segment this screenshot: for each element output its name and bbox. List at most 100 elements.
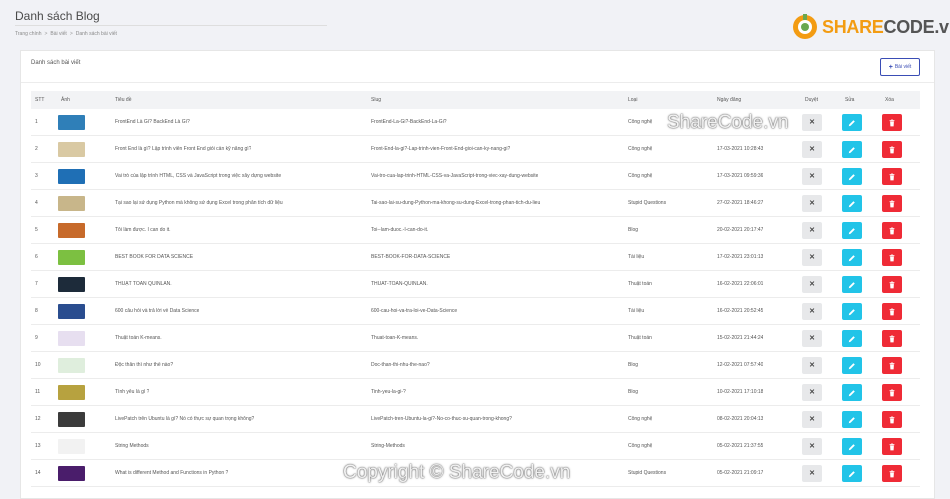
pencil-icon (848, 173, 855, 180)
approve-button[interactable]: ✕ (802, 276, 822, 293)
trash-icon (889, 469, 895, 477)
trash-icon (889, 307, 895, 315)
cell-stt: 3 (35, 173, 38, 179)
approve-button[interactable]: ✕ (802, 357, 822, 374)
pencil-icon (848, 389, 855, 396)
edit-button[interactable] (842, 303, 862, 320)
post-thumbnail (58, 115, 85, 130)
cell-date: 17-03-2021 10:28:43 (717, 146, 764, 152)
edit-button[interactable] (842, 276, 862, 293)
cell-title: String Methods (115, 443, 149, 449)
cell-stt: 9 (35, 335, 38, 341)
pencil-icon (848, 281, 855, 288)
cell-type: Blog (628, 362, 639, 368)
breadcrumb-posts[interactable]: Bài viết (50, 31, 66, 37)
delete-button[interactable] (882, 195, 902, 212)
approve-button[interactable]: ✕ (802, 438, 822, 455)
cell-date: 16-02-2021 20:52:45 (717, 308, 764, 314)
cell-date: 17-03-2021 09:59:36 (717, 173, 764, 179)
edit-button[interactable] (842, 411, 862, 428)
edit-button[interactable] (842, 114, 862, 131)
cell-slug: Tinh-yeu-la-gi-? (371, 389, 406, 395)
cell-title: Front End là gì? Lập trình viên Front En… (115, 146, 252, 152)
watermark-bottom: Copyright © ShareCode.vn (343, 462, 571, 483)
x-icon: ✕ (809, 200, 815, 207)
post-thumbnail (58, 250, 85, 265)
table-row: 9 Thuật toán K-means. Thuat-toan-K-means. T… (31, 325, 920, 352)
header-divider (15, 25, 327, 26)
approve-button[interactable]: ✕ (802, 114, 822, 131)
delete-button[interactable] (882, 141, 902, 158)
breadcrumb: Trang chính > Bài viết > Danh sách bài v… (15, 31, 117, 37)
edit-button[interactable] (842, 330, 862, 347)
approve-button[interactable]: ✕ (802, 249, 822, 266)
header-stt: STT (35, 97, 45, 103)
cell-stt: 5 (35, 227, 38, 233)
delete-button[interactable] (882, 357, 902, 374)
edit-button[interactable] (842, 222, 862, 239)
approve-button[interactable]: ✕ (802, 330, 822, 347)
table-row: 2 Front End là gì? Lập trình viên Front E… (31, 136, 920, 163)
approve-button[interactable]: ✕ (802, 411, 822, 428)
cell-type: Blog (628, 389, 639, 395)
cell-slug: Toi--lam-duoc.-I-can-do-it. (371, 227, 429, 233)
pencil-icon (848, 254, 855, 261)
pencil-icon (848, 362, 855, 369)
edit-button[interactable] (842, 168, 862, 185)
logo-text: SHARECODE.vn (822, 16, 950, 37)
cell-stt: 13 (35, 443, 41, 449)
approve-button[interactable]: ✕ (802, 465, 822, 482)
delete-button[interactable] (882, 303, 902, 320)
breadcrumb-home[interactable]: Trang chính (15, 31, 42, 37)
post-thumbnail (58, 142, 85, 157)
header-slug: Slug (371, 97, 382, 103)
add-post-button[interactable]: + Bài viết (880, 58, 920, 76)
cell-stt: 11 (35, 389, 41, 395)
approve-button[interactable]: ✕ (802, 222, 822, 239)
cell-date: 10-02-2021 17:10:18 (717, 389, 764, 395)
approve-button[interactable]: ✕ (802, 141, 822, 158)
x-icon: ✕ (809, 146, 815, 153)
approve-button[interactable]: ✕ (802, 195, 822, 212)
approve-button[interactable]: ✕ (802, 384, 822, 401)
cell-stt: 2 (35, 146, 38, 152)
header-date: Ngày đăng (717, 97, 742, 103)
x-icon: ✕ (809, 416, 815, 423)
edit-button[interactable] (842, 357, 862, 374)
delete-button[interactable] (882, 438, 902, 455)
header-delete: Xóa (885, 97, 894, 103)
edit-button[interactable] (842, 141, 862, 158)
approve-button[interactable]: ✕ (802, 303, 822, 320)
cell-type: Tài liệu (628, 254, 645, 260)
delete-button[interactable] (882, 384, 902, 401)
logo-icon (792, 14, 818, 40)
pencil-icon (848, 227, 855, 234)
trash-icon (889, 442, 895, 450)
delete-button[interactable] (882, 114, 902, 131)
delete-button[interactable] (882, 330, 902, 347)
delete-button[interactable] (882, 465, 902, 482)
edit-button[interactable] (842, 195, 862, 212)
cell-stt: 12 (35, 416, 41, 422)
edit-button[interactable] (842, 384, 862, 401)
edit-button[interactable] (842, 249, 862, 266)
delete-button[interactable] (882, 411, 902, 428)
trash-icon (889, 226, 895, 234)
delete-button[interactable] (882, 276, 902, 293)
approve-button[interactable]: ✕ (802, 168, 822, 185)
cell-title: BEST BOOK FOR DATA SCIENCE (115, 254, 194, 260)
delete-button[interactable] (882, 168, 902, 185)
x-icon: ✕ (809, 281, 815, 288)
post-thumbnail (58, 223, 85, 238)
x-icon: ✕ (809, 362, 815, 369)
cell-slug: String-Methods (371, 443, 405, 449)
post-thumbnail (58, 331, 85, 346)
cell-title: FrontEnd Là Gì? BackEnd Là Gì? (115, 119, 190, 125)
cell-slug: 600-cau-hoi-va-tra-loi-ve-Data-Science (371, 308, 458, 314)
cell-type: Công nghệ (628, 416, 653, 422)
delete-button[interactable] (882, 249, 902, 266)
edit-button[interactable] (842, 465, 862, 482)
pencil-icon (848, 470, 855, 477)
edit-button[interactable] (842, 438, 862, 455)
delete-button[interactable] (882, 222, 902, 239)
